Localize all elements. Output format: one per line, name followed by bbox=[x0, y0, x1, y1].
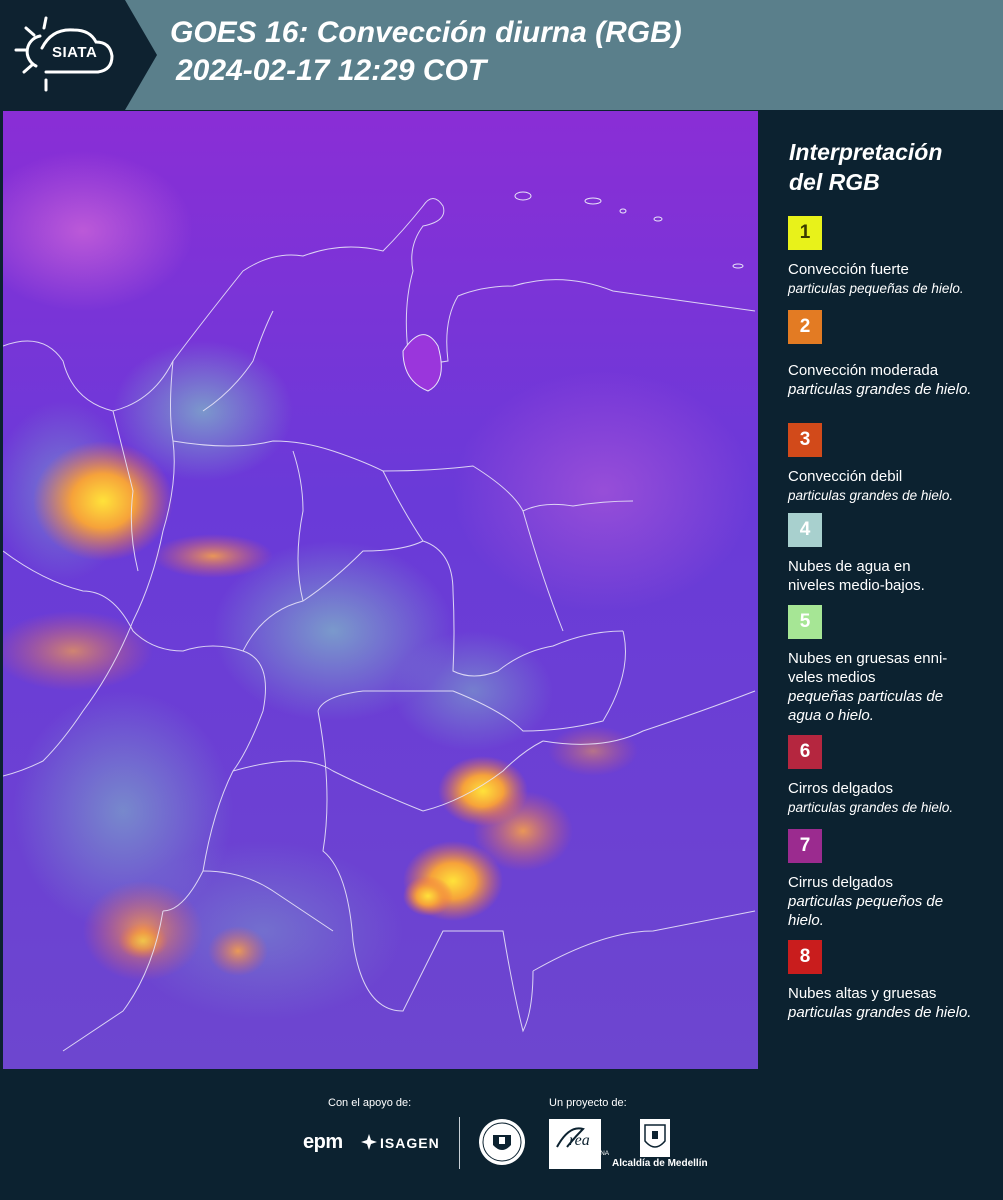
seal-icon[interactable] bbox=[477, 1117, 527, 1167]
legend-label: Cirros delgados bbox=[788, 780, 894, 797]
legend-item: 4 Nubes de agua en niveles medio-bajos. bbox=[788, 513, 998, 595]
svg-text:rea: rea bbox=[569, 1132, 590, 1149]
legend-panel: Interpretación del RGB 1 Convección fuer… bbox=[764, 111, 1003, 1069]
legend-swatch: 2 bbox=[788, 310, 822, 344]
legend-swatch: 5 bbox=[788, 605, 822, 639]
project-label: Un proyecto de: bbox=[549, 1097, 627, 1109]
legend-swatch: 4 bbox=[788, 513, 822, 547]
support-label: Con el apoyo de: bbox=[328, 1097, 412, 1109]
legend-title: Interpretación del RGB bbox=[789, 139, 943, 195]
legend-desc: particulas pequeñas de hielo. bbox=[788, 281, 964, 296]
legend-desc: particulas grandes de hielo. bbox=[788, 1004, 972, 1021]
legend-label: Convección fuerte bbox=[788, 261, 909, 278]
legend-item: 8 Nubes altas y gruesas particulas grand… bbox=[788, 940, 998, 1022]
logo-chevron bbox=[125, 0, 157, 110]
legend-label: Nubes de agua en niveles medio-bajos. bbox=[788, 558, 925, 594]
isagen-logo[interactable]: ISAGEN bbox=[380, 1135, 440, 1151]
page-title: GOES 16: Convección diurna (RGB) bbox=[170, 16, 682, 49]
alcaldia-shield-icon[interactable] bbox=[640, 1119, 670, 1157]
siata-logo[interactable]: SIATA bbox=[0, 0, 125, 110]
legend-item: 5 Nubes en gruesas enni-veles medios peq… bbox=[788, 605, 998, 725]
footer: Con el apoyo de: Un proyecto de: epm ISA… bbox=[0, 1069, 1003, 1200]
logo-text: SIATA bbox=[52, 44, 98, 61]
footer-divider bbox=[459, 1117, 460, 1169]
amva-label: METROPOLITANA Valle de Aburrá bbox=[554, 1150, 610, 1165]
legend-swatch: 3 bbox=[788, 423, 822, 457]
legend-item: 6 Cirros delgados particulas grandes de … bbox=[788, 735, 998, 817]
legend-desc: particulas pequeños de hielo. bbox=[788, 893, 944, 929]
page-timestamp: 2024-02-17 12:29 COT bbox=[176, 54, 487, 87]
legend-item: 2 Convección moderada particulas grandes… bbox=[788, 310, 998, 399]
legend-item: 1 Convección fuerte particulas pequeñas … bbox=[788, 216, 998, 298]
legend-label: Cirrus delgados bbox=[788, 874, 894, 891]
legend-desc: pequeñas particulas de agua o hielo. bbox=[788, 688, 944, 724]
rgb-composite-image bbox=[3, 111, 758, 1069]
legend-swatch: 8 bbox=[788, 940, 822, 974]
legend-label: Convección moderada bbox=[788, 362, 939, 379]
epm-logo[interactable]: epm bbox=[303, 1131, 343, 1154]
legend-label: Nubes en gruesas enni-veles medios bbox=[788, 650, 948, 686]
legend-label: Nubes altas y gruesas bbox=[788, 985, 937, 1002]
legend-swatch: 6 bbox=[788, 735, 822, 769]
legend-desc: particulas grandes de hielo. bbox=[788, 800, 954, 815]
legend-desc: particulas grandes de hielo. bbox=[788, 488, 954, 503]
isagen-star-icon bbox=[361, 1134, 377, 1150]
legend-desc: particulas grandes de hielo. bbox=[788, 381, 972, 398]
alcaldia-label: Alcaldía de Medellín bbox=[612, 1158, 708, 1169]
satellite-map[interactable] bbox=[3, 111, 758, 1069]
legend-item: 3 Convección debil particulas grandes de… bbox=[788, 423, 998, 505]
legend-swatch: 7 bbox=[788, 829, 822, 863]
legend-swatch: 1 bbox=[788, 216, 822, 250]
legend-item: 7 Cirrus delgados particulas pequeños de… bbox=[788, 829, 998, 930]
legend-label: Convección debil bbox=[788, 468, 903, 485]
